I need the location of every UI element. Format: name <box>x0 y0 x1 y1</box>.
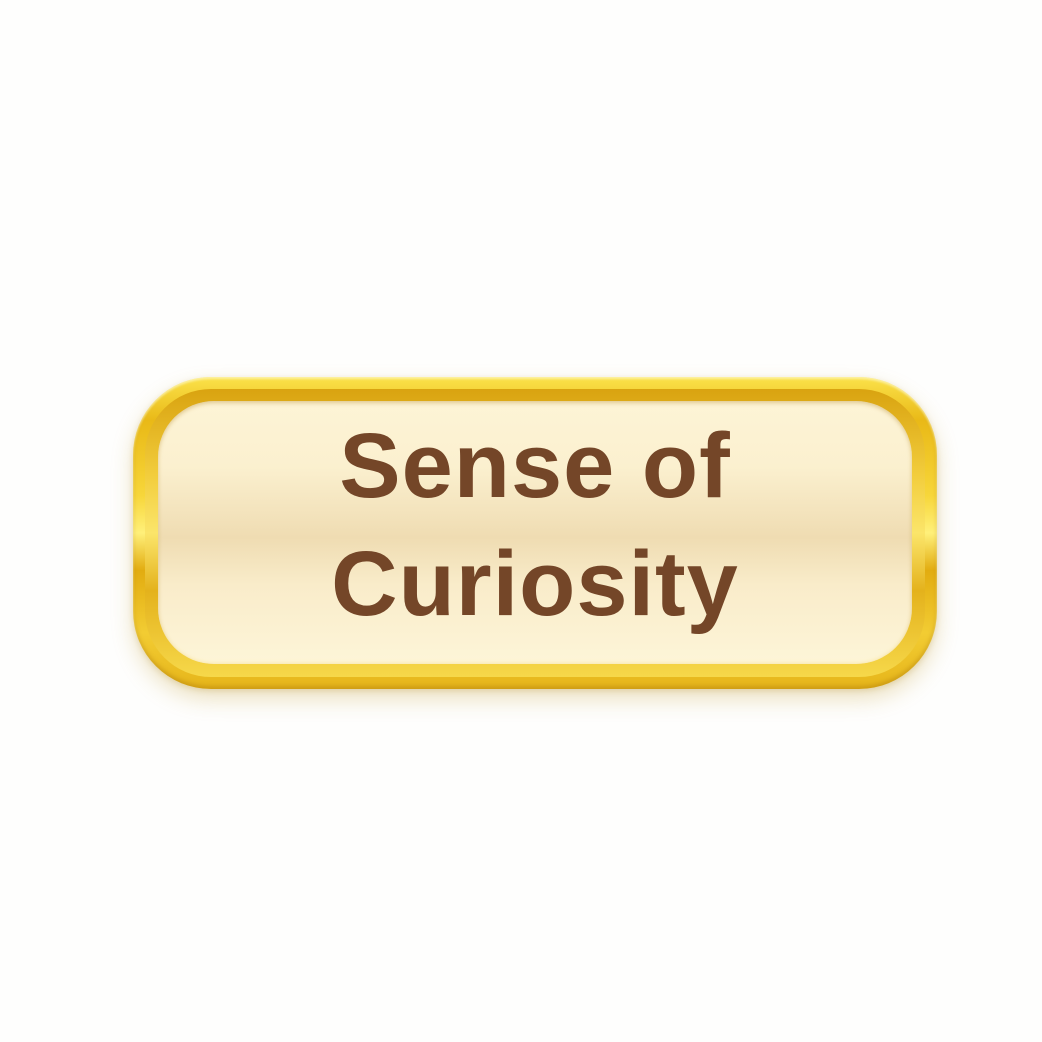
canvas: Sense of Curiosity <box>0 0 1042 1042</box>
gold-badge: Sense of Curiosity <box>133 377 937 689</box>
badge-label-line-2: Curiosity <box>331 533 739 635</box>
badge-label-line-1: Sense of <box>339 415 731 517</box>
badge-label: Sense of Curiosity <box>133 407 937 643</box>
